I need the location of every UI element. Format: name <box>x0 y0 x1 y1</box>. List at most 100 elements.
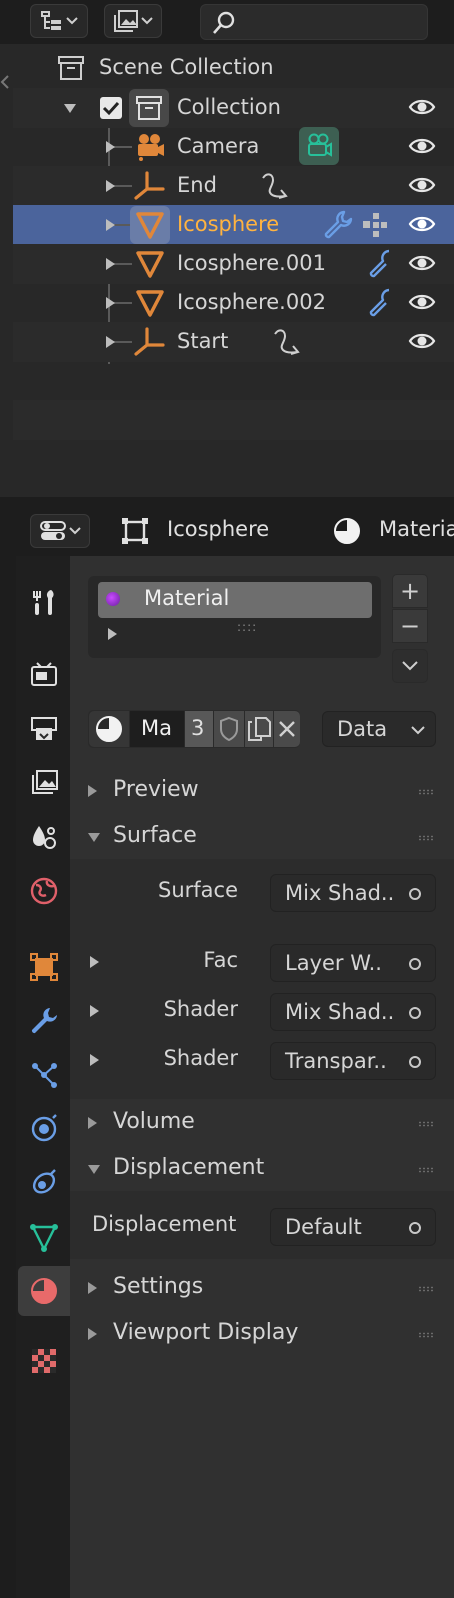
scene-collection-row[interactable]: Scene Collection <box>13 48 454 88</box>
expand-triangle-icon[interactable] <box>106 258 115 270</box>
panel-displacement[interactable]: Displacement <box>70 1145 454 1191</box>
collapse-triangle-icon[interactable] <box>64 104 76 113</box>
expand-triangle-icon[interactable] <box>106 141 115 153</box>
expand-triangle-icon[interactable] <box>106 180 115 192</box>
expand-triangle-icon[interactable] <box>90 1005 99 1017</box>
chevron-down-icon <box>66 17 78 25</box>
close-icon <box>278 720 296 738</box>
tab-render[interactable] <box>18 650 70 700</box>
drag-handle[interactable] <box>418 1286 434 1292</box>
tab-output[interactable] <box>18 704 70 754</box>
world-icon <box>29 876 59 906</box>
outliner-editor: Scene Collection Collection Camera End I… <box>0 0 454 508</box>
outliner-row-label: Icosphere <box>177 212 280 236</box>
eye-icon[interactable] <box>408 330 436 352</box>
property-label: Shader <box>163 1046 238 1070</box>
panel-viewport-display[interactable]: Viewport Display <box>70 1310 454 1356</box>
editor-type-dropdown[interactable] <box>30 4 88 38</box>
drag-handle[interactable] <box>418 1121 434 1127</box>
eye-icon[interactable] <box>408 252 436 274</box>
editor-type-dropdown[interactable] <box>30 514 90 548</box>
shield-icon <box>218 716 240 742</box>
outliner-row-collection[interactable]: Collection <box>13 88 454 128</box>
fake-user-button[interactable] <box>214 711 244 747</box>
expand-triangle-icon[interactable] <box>90 956 99 968</box>
breadcrumb-object: Icosphere <box>167 517 270 541</box>
tab-texture[interactable] <box>18 1336 70 1386</box>
link-dropdown[interactable]: Data <box>322 711 436 747</box>
scene-collection-label: Scene Collection <box>99 55 274 79</box>
duplicate-material-button[interactable] <box>245 711 273 747</box>
tab-data[interactable] <box>18 1212 70 1262</box>
outliner-row-camera[interactable]: Camera <box>13 127 454 167</box>
remove-material-slot-button[interactable]: − <box>392 609 428 643</box>
shader-input-field-2[interactable]: Transpar.. <box>270 1042 436 1080</box>
material-name-field[interactable]: Ma <box>130 711 184 747</box>
eye-icon[interactable] <box>408 96 436 118</box>
collection-icon[interactable] <box>129 89 169 127</box>
expand-triangle-icon <box>88 1282 97 1294</box>
drag-handle[interactable] <box>418 1332 434 1338</box>
properties-header: Icosphere Materia <box>0 508 454 554</box>
tab-constraints[interactable] <box>18 1158 70 1208</box>
tab-object[interactable] <box>18 942 70 992</box>
fac-input-field[interactable]: Layer W.. <box>270 944 436 982</box>
expand-triangle-icon[interactable] <box>106 336 115 348</box>
constraint-icon[interactable] <box>271 326 305 358</box>
display-mode-dropdown[interactable] <box>104 4 162 38</box>
expand-triangle-icon[interactable] <box>90 1054 99 1066</box>
user-count-button[interactable]: 3 <box>185 711 213 747</box>
constraint-icon[interactable] <box>259 170 293 202</box>
breadcrumb-context: Materia <box>379 517 454 541</box>
expand-triangle-icon[interactable] <box>106 219 115 231</box>
material-slot-item[interactable]: Material <box>98 582 372 618</box>
checkbox[interactable] <box>100 97 122 119</box>
panel-preview[interactable]: Preview <box>70 767 454 813</box>
wrench-icon <box>29 1006 59 1036</box>
outliner-row-start[interactable]: Start <box>13 322 454 362</box>
eye-icon[interactable] <box>408 135 436 157</box>
wrench-icon[interactable] <box>322 209 354 241</box>
slot-specials-button[interactable] <box>392 649 428 683</box>
add-material-slot-button[interactable]: + <box>392 574 428 608</box>
eye-icon[interactable] <box>408 213 436 235</box>
node-tree-icon[interactable] <box>361 211 389 239</box>
eye-icon[interactable] <box>408 291 436 313</box>
tab-material[interactable] <box>18 1266 70 1316</box>
outliner-row-icosphere-002[interactable]: Icosphere.002 <box>13 283 454 323</box>
editor-divider[interactable] <box>0 497 454 508</box>
expand-triangle-icon[interactable] <box>106 297 115 309</box>
camera-data-icon[interactable] <box>299 127 339 165</box>
outliner-header <box>0 0 454 44</box>
tab-view-layer[interactable] <box>18 758 70 808</box>
property-label: Displacement <box>92 1212 237 1236</box>
drag-handle[interactable] <box>418 1167 434 1173</box>
panel-volume[interactable]: Volume <box>70 1099 454 1145</box>
displacement-field[interactable]: Default <box>270 1208 436 1246</box>
outliner-row-icosphere[interactable]: Icosphere <box>13 205 454 245</box>
expand-triangle-icon[interactable] <box>108 628 117 640</box>
drag-handle[interactable] <box>418 789 434 795</box>
drag-handle[interactable] <box>418 835 434 841</box>
shader-input-field-1[interactable]: Mix Shad.. <box>270 993 436 1031</box>
collapse-arrow-icon[interactable] <box>0 72 13 102</box>
outliner-row-icosphere-001[interactable]: Icosphere.001 <box>13 244 454 284</box>
outliner-search-input[interactable] <box>200 4 428 40</box>
physics-icon <box>29 1114 59 1144</box>
panel-surface[interactable]: Surface <box>70 813 454 859</box>
tab-modifiers[interactable] <box>18 996 70 1046</box>
outliner-row-end[interactable]: End <box>13 166 454 206</box>
tab-particles[interactable] <box>18 1050 70 1100</box>
unlink-material-button[interactable] <box>274 711 300 747</box>
tab-physics[interactable] <box>18 1104 70 1154</box>
list-resize-grip[interactable]: :::: <box>237 620 257 634</box>
surface-shader-field[interactable]: Mix Shad.. <box>270 874 436 912</box>
wrench-icon[interactable] <box>369 287 393 319</box>
panel-settings[interactable]: Settings <box>70 1264 454 1310</box>
tab-tool[interactable] <box>18 578 70 628</box>
tab-world[interactable] <box>18 866 70 916</box>
wrench-icon[interactable] <box>369 248 393 280</box>
eye-icon[interactable] <box>408 174 436 196</box>
tab-scene[interactable] <box>18 812 70 862</box>
browse-material-button[interactable] <box>89 711 129 747</box>
